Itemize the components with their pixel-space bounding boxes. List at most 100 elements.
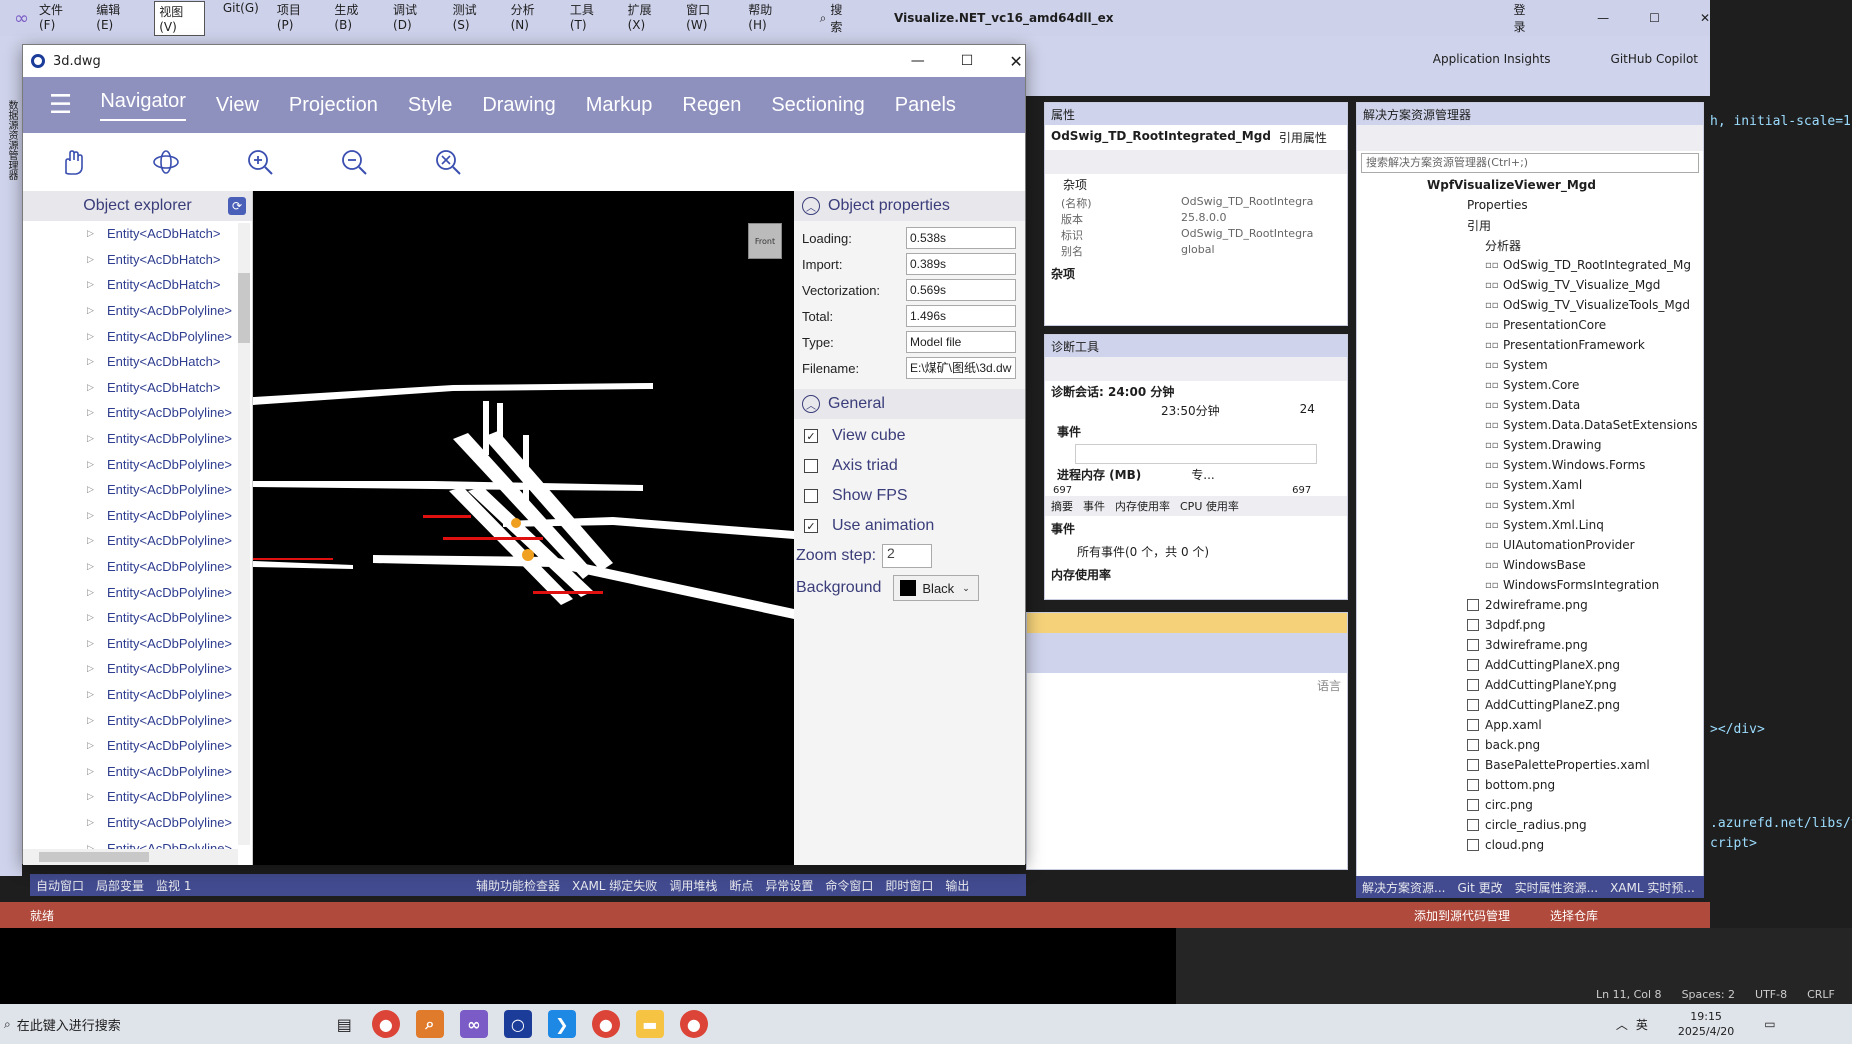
login-button[interactable]: 登录 — [1514, 1, 1538, 35]
reference-item[interactable]: ▫▫ OdSwig_TD_RootIntegrated_Mg — [1357, 255, 1703, 275]
vs-menu-item[interactable]: 调试(D) — [393, 1, 435, 36]
notifications-icon[interactable]: ▭ — [1764, 1017, 1775, 1031]
expand-arrow-icon[interactable]: ▷ — [87, 817, 97, 828]
vs-menu-item[interactable]: 生成(B) — [334, 1, 375, 36]
reference-item[interactable]: ▫▫ System.Drawing — [1357, 435, 1703, 455]
nav-tab-panels[interactable]: Panels — [895, 94, 956, 117]
expand-arrow-icon[interactable]: ▷ — [87, 740, 97, 751]
object-explorer-item[interactable]: ▷ Entity<AcDbPolyline> — [23, 298, 252, 324]
vs-menu-item[interactable]: 测试(S) — [453, 1, 493, 36]
reference-item[interactable]: ▫▫ System — [1357, 355, 1703, 375]
project-node[interactable]: WpfVisualizeViewer_Mgd — [1357, 175, 1703, 195]
analyzer-node[interactable]: 分析器 — [1357, 235, 1703, 255]
object-property-value[interactable]: 0.569s — [906, 279, 1016, 301]
expand-arrow-icon[interactable]: ▷ — [87, 459, 97, 470]
object-explorer-item[interactable]: ▷ Entity<AcDbPolyline> — [23, 707, 252, 733]
spaces[interactable]: Spaces: 2 — [1682, 988, 1735, 1001]
object-explorer-item[interactable]: ▷ Entity<AcDbHatch> — [23, 272, 252, 298]
bottom-tab[interactable]: 辅助功能检查器 — [470, 875, 566, 896]
vs-menu-item[interactable]: 扩展(X) — [628, 1, 669, 36]
file-item[interactable]: circle_radius.png — [1357, 815, 1703, 835]
object-property-value[interactable]: 1.496s — [906, 305, 1016, 327]
clock-date[interactable]: 2025/4/20 — [1678, 1024, 1734, 1039]
oe-hscrollbar[interactable] — [23, 849, 238, 865]
object-explorer-item[interactable]: ▷ Entity<AcDbPolyline> — [23, 631, 252, 657]
expand-arrow-icon[interactable]: ▷ — [87, 356, 97, 367]
side-tab-datasource[interactable]: 数据源资源管理器 — [4, 100, 19, 180]
object-explorer-item[interactable]: ▷ Entity<AcDbPolyline> — [23, 733, 252, 759]
vs-menu-item[interactable]: 窗口(W) — [686, 1, 730, 36]
object-explorer-item[interactable]: ▷ Entity<AcDbPolyline> — [23, 682, 252, 708]
background-select[interactable]: Black ⌄ — [893, 575, 980, 601]
nav-tab-projection[interactable]: Projection — [289, 94, 378, 117]
general-option[interactable]: ✓ Use animation — [794, 511, 1025, 541]
vscode-icon[interactable]: ❯ — [547, 1010, 576, 1038]
expand-arrow-icon[interactable]: ▷ — [87, 228, 97, 239]
file-item[interactable]: App.xaml — [1357, 715, 1703, 735]
expand-arrow-icon[interactable]: ▷ — [87, 791, 97, 802]
collapse-icon[interactable]: ︿ — [802, 197, 820, 215]
object-explorer-item[interactable]: ▷ Entity<AcDbPolyline> — [23, 554, 252, 580]
tray-chevron-icon[interactable]: ︿ — [1616, 1016, 1628, 1033]
diag-tab[interactable]: CPU 使用率 — [1180, 498, 1239, 514]
bottom-tab[interactable]: 局部变量 — [90, 875, 150, 896]
taskbar-search[interactable]: 在此键入进行搜索 — [17, 1015, 317, 1034]
expand-arrow-icon[interactable]: ▷ — [87, 715, 97, 726]
object-explorer-item[interactable]: ▷ Entity<AcDbPolyline> — [23, 528, 252, 554]
reference-item[interactable]: ▫▫ System.Core — [1357, 375, 1703, 395]
se-bottom-tab[interactable]: 实时属性资源... — [1509, 877, 1604, 898]
object-explorer-item[interactable]: ▷ Entity<AcDbPolyline> — [23, 477, 252, 503]
reference-item[interactable]: ▫▫ System.Data — [1357, 395, 1703, 415]
viewer-minimize-icon[interactable]: — — [911, 53, 925, 69]
object-explorer-item[interactable]: ▷ Entity<AcDbHatch> — [23, 375, 252, 401]
search-icon[interactable]: ⌕ — [4, 1017, 11, 1032]
search-app-icon[interactable]: ⌕ — [415, 1010, 444, 1038]
checkbox[interactable] — [804, 459, 818, 473]
nav-tab-view[interactable]: View — [216, 94, 259, 117]
copilot-button[interactable]: GitHub Copilot — [1611, 52, 1698, 66]
checkbox[interactable] — [804, 489, 818, 503]
zoom-extents-icon[interactable] — [433, 147, 463, 177]
object-property-value[interactable]: 0.389s — [906, 253, 1016, 275]
file-item[interactable]: 3dpdf.png — [1357, 615, 1703, 635]
ime-indicator[interactable]: 英 — [1636, 1016, 1648, 1033]
pan-icon[interactable] — [57, 147, 87, 177]
expand-arrow-icon[interactable]: ▷ — [87, 254, 97, 265]
general-option[interactable]: Show FPS — [794, 481, 1025, 511]
expand-arrow-icon[interactable]: ▷ — [87, 561, 97, 572]
viewer-maximize-icon[interactable]: ☐ — [961, 53, 974, 69]
refresh-icon[interactable]: ⟳ — [228, 197, 246, 215]
nav-tab-navigator[interactable]: Navigator — [100, 90, 186, 121]
solution-search-input[interactable]: 搜索解决方案资源管理器(Ctrl+;) — [1361, 153, 1699, 173]
reference-item[interactable]: ▫▫ System.Xml.Linq — [1357, 515, 1703, 535]
nav-tab-markup[interactable]: Markup — [586, 94, 653, 117]
chrome-3-icon[interactable]: ● — [679, 1010, 708, 1038]
object-explorer-item[interactable]: ▷ Entity<AcDbHatch> — [23, 247, 252, 273]
vs-menu-item[interactable]: 视图(V) — [154, 0, 205, 36]
zoom-in-icon[interactable] — [245, 147, 275, 177]
vs-menu-item[interactable]: 项目(P) — [277, 1, 317, 36]
general-option[interactable]: ✓ View cube — [794, 421, 1025, 451]
object-explorer-item[interactable]: ▷ Entity<AcDbPolyline> — [23, 323, 252, 349]
checkbox[interactable]: ✓ — [804, 519, 818, 533]
se-bottom-tab[interactable]: XAML 实时预... — [1604, 877, 1701, 898]
nav-tab-regen[interactable]: Regen — [682, 94, 741, 117]
vs-menu-item[interactable]: 帮助(H) — [748, 1, 789, 36]
clock-time[interactable]: 19:15 — [1678, 1009, 1734, 1024]
collapse-icon[interactable]: ︿ — [802, 395, 820, 413]
file-item[interactable]: 2dwireframe.png — [1357, 595, 1703, 615]
reference-item[interactable]: ▫▫ WindowsFormsIntegration — [1357, 575, 1703, 595]
reference-item[interactable]: ▫▫ System.Data.DataSetExtensions — [1357, 415, 1703, 435]
app-insights-button[interactable]: Application Insights — [1433, 52, 1551, 66]
object-property-value[interactable]: E:\煤矿\图纸\3d.dw — [906, 357, 1016, 379]
properties-node[interactable]: Properties — [1357, 195, 1703, 215]
close-icon[interactable]: ✕ — [1700, 11, 1710, 25]
object-explorer-item[interactable]: ▷ Entity<AcDbPolyline> — [23, 426, 252, 452]
property-row[interactable]: 别名 global — [1045, 243, 1347, 259]
reference-item[interactable]: ▫▫ System.Xml — [1357, 495, 1703, 515]
checkbox[interactable]: ✓ — [804, 429, 818, 443]
expand-arrow-icon[interactable]: ▷ — [87, 510, 97, 521]
select-repo[interactable]: 选择仓库 — [1550, 907, 1598, 924]
object-explorer-item[interactable]: ▷ Entity<AcDbPolyline> — [23, 451, 252, 477]
bottom-tab[interactable]: XAML 绑定失败 — [566, 875, 663, 896]
